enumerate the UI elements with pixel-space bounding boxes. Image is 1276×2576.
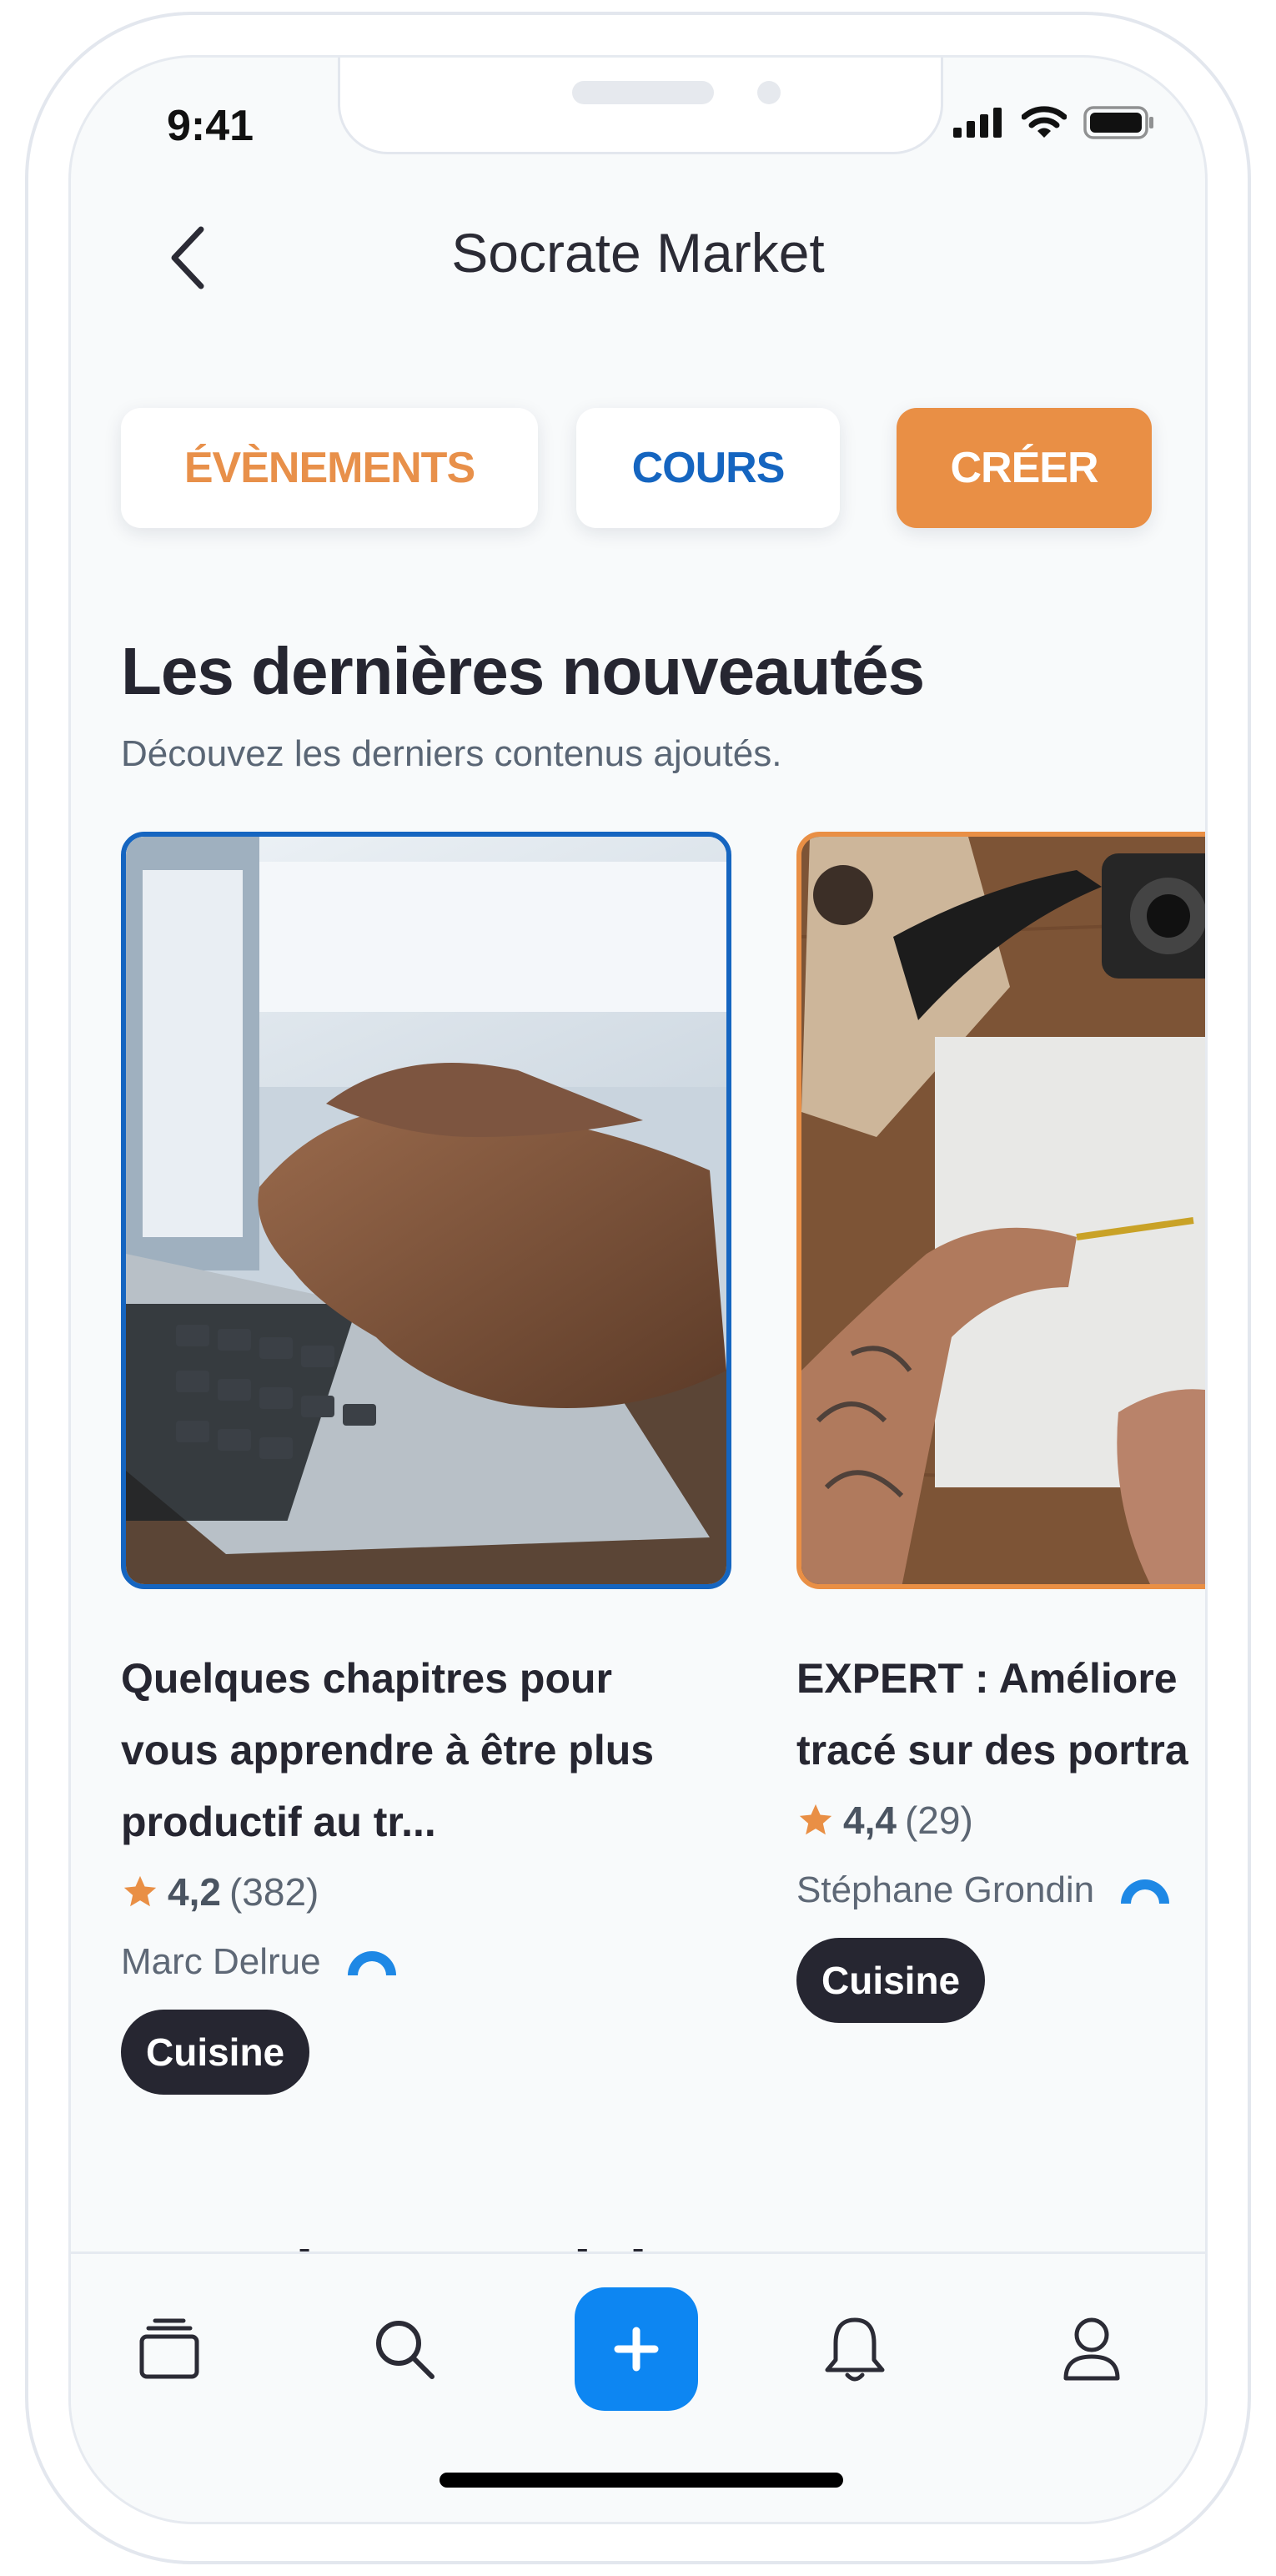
- app-screen: 9:41 Socrate Market ÉVÈNEMENTS COURS CRÉ…: [68, 55, 1208, 2524]
- course-card-title-line[interactable]: EXPERT : Améliore: [796, 1643, 1178, 1714]
- user-icon: [1063, 2317, 1120, 2381]
- tab-courses[interactable]: [119, 2299, 219, 2399]
- level-gauge-icon: [1121, 1879, 1170, 1904]
- signal-icon: [953, 108, 1002, 138]
- course-card-title-line[interactable]: Quelques chapitres pour: [121, 1643, 612, 1714]
- tab-notifications[interactable]: [805, 2299, 905, 2399]
- rating-value: 4,2: [168, 1870, 221, 1914]
- create-button[interactable]: CRÉER: [897, 408, 1152, 528]
- drawing-desk-photo: [801, 837, 1205, 1584]
- speaker: [572, 81, 714, 104]
- add-button[interactable]: [575, 2287, 698, 2411]
- tab-profile[interactable]: [1042, 2299, 1142, 2399]
- events-button[interactable]: ÉVÈNEMENTS: [121, 408, 538, 528]
- review-count: (382): [229, 1870, 319, 1914]
- author-name[interactable]: Stéphane Grondin: [796, 1869, 1094, 1911]
- home-indicator: [440, 2473, 843, 2488]
- search-icon: [376, 2321, 435, 2379]
- course-card-author[interactable]: Marc Delrue: [121, 1941, 401, 1983]
- course-card-image-laptop[interactable]: [121, 832, 731, 1589]
- section-subtitle: Découvez les derniers contenus ajoutés.: [121, 733, 782, 774]
- status-time: 9:41: [167, 102, 254, 150]
- section-title: Les dernières nouveautés: [121, 634, 925, 708]
- course-card-title-line[interactable]: vous apprendre à être plus: [121, 1714, 654, 1786]
- category-tag[interactable]: Cuisine: [121, 2010, 310, 2095]
- notch: [338, 58, 943, 154]
- course-card-author[interactable]: Stéphane Grondin: [796, 1869, 1174, 1911]
- course-card-title-line[interactable]: productif au tr...: [121, 1786, 436, 1858]
- status-icons: [953, 106, 1155, 139]
- plus-icon: [614, 2327, 659, 2372]
- category-tag[interactable]: Cuisine: [796, 1938, 986, 2023]
- courses-button[interactable]: COURS: [576, 408, 840, 528]
- courses-icon: [139, 2318, 199, 2379]
- course-card-rating: 4,2 (382): [121, 1869, 319, 1914]
- tab-bar: [71, 2251, 1205, 2522]
- wifi-icon: [1022, 106, 1067, 138]
- camera: [757, 81, 781, 104]
- course-card-title-line[interactable]: tracé sur des portra: [796, 1714, 1188, 1786]
- level-gauge-icon: [347, 1951, 396, 1975]
- review-count: (29): [904, 1799, 973, 1842]
- bell-icon: [825, 2317, 885, 2382]
- star-icon: [123, 1875, 157, 1907]
- star-icon: [799, 1804, 832, 1835]
- tab-search[interactable]: [354, 2299, 455, 2399]
- battery-icon: [1083, 106, 1153, 139]
- rating-value: 4,4: [843, 1799, 897, 1842]
- laptop-typing-photo: [126, 837, 726, 1584]
- page-title: Socrate Market: [451, 222, 825, 284]
- course-card-rating: 4,4 (29): [796, 1798, 973, 1843]
- author-name[interactable]: Marc Delrue: [121, 1941, 321, 1983]
- course-card-image-drawing[interactable]: [796, 832, 1205, 1589]
